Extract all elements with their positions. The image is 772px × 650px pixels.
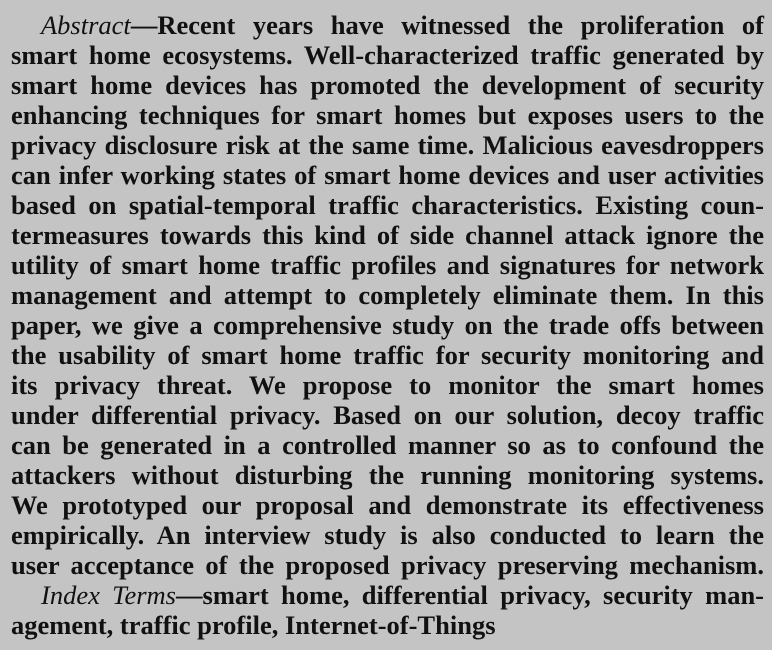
- abstract-line-3: smart home devices has promoted the deve…: [11, 70, 764, 100]
- abstract-line-10: management and attempt to completely eli…: [11, 280, 764, 310]
- abstract-line-14: under differential privacy. Based on our…: [11, 400, 764, 430]
- index-terms-dash: —: [176, 580, 203, 610]
- abstract-line-15: can be generated in a controlled manner …: [11, 430, 764, 460]
- abstract-text: Recent years have witnessed the prolifer…: [157, 10, 764, 40]
- abstract-line-17: We prototyped our proposal and demonstra…: [11, 490, 764, 520]
- abstract-dash: —: [130, 10, 158, 40]
- abstract-label: Abstract: [41, 10, 131, 40]
- abstract-line-5: privacy disclosure risk at the same time…: [11, 130, 764, 160]
- abstract-line-9: utility of smart home traffic profiles a…: [11, 250, 764, 280]
- index-terms-line-2: agement, traffic profile, Internet-of-Th…: [11, 610, 496, 640]
- index-terms-line-1: Index Terms—smart home, differential pri…: [41, 580, 764, 610]
- abstract-line-11: paper, we give a comprehensive study on …: [11, 310, 764, 340]
- abstract-line-12: the usability of smart home traffic for …: [11, 340, 764, 370]
- abstract-line-7: based on spatial-temporal traffic charac…: [11, 190, 764, 220]
- abstract-line-19: user acceptance of the proposed privacy …: [11, 550, 764, 580]
- abstract-line-6: can infer working states of smart home d…: [11, 160, 764, 190]
- abstract-line-2: smart home ecosystems. Well-characterize…: [11, 40, 764, 70]
- abstract-line-4: enhancing techniques for smart homes but…: [11, 100, 764, 130]
- abstract-line-1: Abstract—Recent years have witnessed the…: [41, 10, 764, 40]
- index-terms-label: Index Terms: [41, 580, 176, 610]
- abstract-page: Abstract—Recent years have witnessed the…: [0, 0, 772, 650]
- abstract-line-13: its privacy threat. We propose to monito…: [11, 370, 764, 400]
- index-terms-text: smart home, differential privacy, securi…: [202, 580, 765, 610]
- abstract-line-18: empirically. An interview study is also …: [11, 520, 764, 550]
- abstract-line-16: attackers without disturbing the running…: [11, 460, 764, 490]
- abstract-line-8: termeasures towards this kind of side ch…: [11, 220, 764, 250]
